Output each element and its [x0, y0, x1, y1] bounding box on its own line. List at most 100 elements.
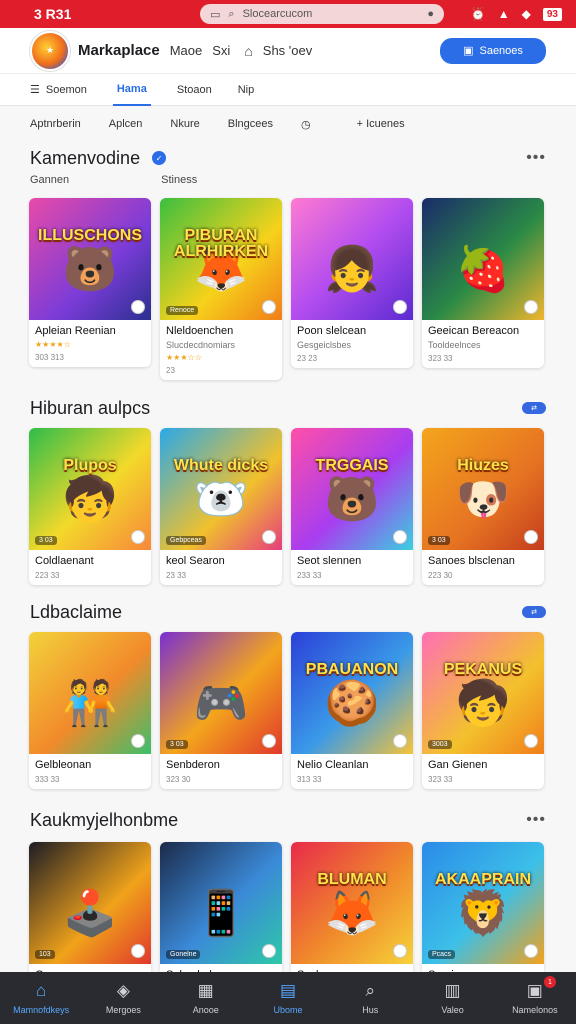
favorite-icon[interactable] — [524, 300, 538, 314]
favorite-icon[interactable] — [524, 944, 538, 958]
card-artwork[interactable]: 🕹️ 103 — [29, 842, 151, 964]
bottom-nav-item[interactable]: ◈ Mergoes — [82, 972, 164, 1024]
product-card[interactable]: 🧒 PEKANUS 3003 Gan Gienen 323 33 — [422, 632, 544, 789]
tab-nip[interactable]: Nip — [238, 74, 255, 106]
favorite-icon[interactable] — [262, 300, 276, 314]
section-title: Hiburan aulpcs — [30, 397, 151, 418]
favorite-icon[interactable] — [262, 734, 276, 748]
artwork-title: PBAUANON — [305, 661, 399, 678]
filter-chip[interactable]: Aplcen — [109, 118, 143, 130]
app-logo[interactable]: ★ — [30, 30, 70, 71]
product-card[interactable]: 🐻 ILLUSCHONS Apleian Reenian ★★★★☆ 303 313 — [29, 198, 151, 367]
artwork-title: Hiuzes — [457, 457, 509, 474]
product-card[interactable]: 🍪 PBAUANON Nelio Cleanlan 313 33 — [291, 632, 413, 789]
artwork-title: TRGGAIS — [315, 457, 389, 474]
product-card[interactable]: 🍓 Geeican Bereacon Tooldeelnces 323 33 — [422, 198, 544, 368]
card-artwork[interactable]: 🦊 BLUMAN — [291, 842, 413, 964]
product-card[interactable]: 🦁AKAAPRAINPcacsSereion — [422, 842, 544, 986]
product-card[interactable]: 🧑‍🤝‍🧑 Gelbleonan 333 33 — [29, 632, 151, 789]
card-artwork[interactable]: 🍪 PBAUANON — [291, 632, 413, 754]
artwork-badge: Pcacs — [428, 950, 456, 959]
favorite-icon[interactable] — [131, 734, 145, 748]
product-card[interactable]: 🧒 Plupos 3 03 Coldlaenant 223 33 — [29, 428, 151, 585]
favorite-icon[interactable] — [524, 530, 538, 544]
status-time: 3 R31 — [34, 6, 72, 22]
favorite-icon[interactable] — [262, 530, 276, 544]
bag-icon: ▣ — [463, 45, 474, 57]
bottom-nav-item[interactable]: ⌕ Hus — [329, 972, 411, 1024]
nav-link-1[interactable]: Maoe — [170, 43, 203, 58]
url-bar[interactable]: ▭ ⌕ Slocearcucom ● — [200, 4, 444, 24]
home-icon[interactable]: ⌂ — [244, 43, 252, 59]
nav-link-3[interactable]: Shs 'oev — [263, 43, 312, 58]
nav-link-2[interactable]: Sxi — [212, 43, 230, 58]
card-artwork[interactable]: 🧒 Plupos 3 03 — [29, 428, 151, 550]
favorite-icon[interactable] — [393, 530, 407, 544]
status-bar: 3 R31 ▭ ⌕ Slocearcucom ● ⏰ ▲ ◆ 93 — [0, 0, 576, 28]
tab-label: Soemon — [45, 83, 87, 96]
character-icon: 🐻 — [324, 474, 380, 524]
card-artwork[interactable]: 🦁 AKAAPRAIN Pcacs — [422, 842, 544, 964]
reload-icon[interactable]: ● — [427, 8, 434, 20]
bottom-nav-item[interactable]: ⌂ Mamnofdkeys — [0, 972, 82, 1024]
card-artwork[interactable]: 🐻‍❄️ Whute dicks Gebpceas — [160, 428, 282, 550]
product-card[interactable]: 🦊 PIBURAN ALRHIRKEN Renoce Nleldoenchen Sluc… — [160, 198, 282, 380]
bottom-nav-item[interactable]: ▥ Valeo — [411, 972, 493, 1024]
card-meta: Poon slelcean Gesgeiclsbes 23 23 — [291, 320, 413, 368]
card-artwork[interactable]: 🐶 Hiuzes 3 03 — [422, 428, 544, 550]
favorite-icon[interactable] — [262, 944, 276, 958]
card-artwork[interactable]: 🧒 PEKANUS 3003 — [422, 632, 544, 754]
bottom-nav-item[interactable]: ▣ Namelonos 1 — [494, 972, 576, 1024]
more-options-icon[interactable]: ••• — [526, 811, 546, 829]
product-card[interactable]: 📱GonelneSalue bol — [160, 842, 282, 986]
filter-chip[interactable]: Nkure — [170, 118, 199, 130]
product-card[interactable]: 🎮 3 03 Senbderon 323 30 — [160, 632, 282, 789]
card-price: 23 23 — [297, 354, 318, 363]
card-artwork[interactable]: 🧑‍🤝‍🧑 — [29, 632, 151, 754]
clock-icon[interactable]: ◷ — [301, 118, 311, 131]
card-meta: Sanoes blsclenan 223 30 — [422, 550, 544, 585]
bottom-nav-item[interactable]: ▤ Ubome — [247, 972, 329, 1024]
favorite-icon[interactable] — [393, 734, 407, 748]
see-all-toggle[interactable]: ⇄ — [522, 606, 546, 618]
favorite-icon[interactable] — [393, 300, 407, 314]
card-title: Nelio Cleanlan — [297, 759, 369, 771]
filter-chip[interactable]: + Icuenes — [357, 118, 405, 130]
filter-chip[interactable]: Aptnrberin — [30, 118, 81, 130]
sublabel[interactable]: Stiness — [161, 174, 197, 186]
product-card[interactable]: 🕹️103Gas — [29, 842, 151, 986]
tab-hama[interactable]: Hama — [112, 74, 151, 106]
favorite-icon[interactable] — [393, 944, 407, 958]
sublabel[interactable]: Gannen — [30, 174, 69, 186]
card-artwork[interactable]: 🍓 — [422, 198, 544, 320]
product-card[interactable]: 🐶 Hiuzes 3 03 Sanoes blsclenan 223 30 — [422, 428, 544, 585]
alarm-icon: ⏰ — [470, 7, 486, 21]
favorite-icon[interactable] — [524, 734, 538, 748]
more-options-icon[interactable]: ••• — [526, 149, 546, 167]
filter-chip[interactable]: Blngcees — [228, 118, 273, 130]
see-all-toggle[interactable]: ⇄ — [522, 402, 546, 414]
card-meta: Gan Gienen 323 33 — [422, 754, 544, 789]
card-artwork[interactable]: 🎮 3 03 — [160, 632, 282, 754]
card-artwork[interactable]: 🐻 TRGGAIS — [291, 428, 413, 550]
character-icon: 🐻 — [62, 244, 118, 294]
card-artwork[interactable]: 🦊 PIBURAN ALRHIRKEN Renoce — [160, 198, 282, 320]
bottom-nav-item[interactable]: ▦ Anooe — [165, 972, 247, 1024]
favorite-icon[interactable] — [131, 530, 145, 544]
favorite-icon[interactable] — [131, 300, 145, 314]
product-card[interactable]: 🐻 TRGGAIS Seot slennen 233 33 — [291, 428, 413, 585]
product-card[interactable]: 👧 Poon slelcean Gesgeiclsbes 23 23 — [291, 198, 413, 368]
card-artwork[interactable]: 📱 Gonelne — [160, 842, 282, 964]
tab-stoaon[interactable]: Stoaon — [177, 74, 212, 106]
product-card[interactable]: 🦊BLUMANSeclon — [291, 842, 413, 986]
bottom-nav: ⌂ Mamnofdkeys ◈ Mergoes ▦ Anooe ▤ Ubome ⌕ Hus ▥ Val… — [0, 972, 576, 1024]
tab-soemon[interactable]: ☰ Soemon — [30, 74, 87, 106]
product-card[interactable]: 🐻‍❄️ Whute dicks Gebpceas keol Searon 23 33 — [160, 428, 282, 585]
card-artwork[interactable]: 👧 — [291, 198, 413, 320]
menu-icon: ☰ — [30, 84, 40, 96]
bottom-nav-label: Mamnofdkeys — [13, 1005, 70, 1015]
favorite-icon[interactable] — [131, 944, 145, 958]
primary-action-button[interactable]: ▣ Saenoes — [440, 37, 546, 64]
card-artwork[interactable]: 🐻 ILLUSCHONS — [29, 198, 151, 320]
card-meta: Gelbleonan 333 33 — [29, 754, 151, 789]
